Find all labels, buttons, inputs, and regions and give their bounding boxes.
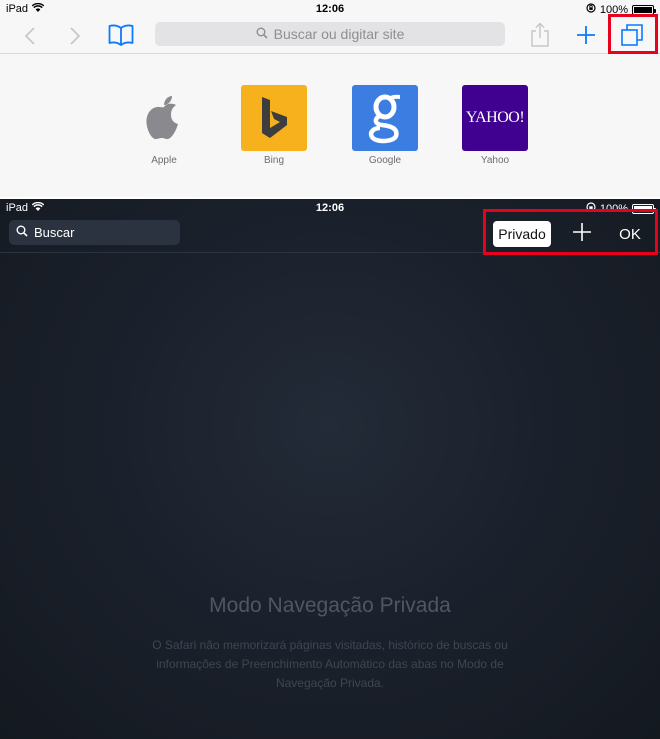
favorite-label: Yahoo: [480, 155, 510, 166]
google-logo-icon: [352, 85, 418, 151]
bing-logo-icon: [241, 85, 307, 151]
tabs-button-highlight: [608, 14, 658, 54]
address-bar[interactable]: Buscar ou digitar site: [155, 22, 505, 46]
favorite-yahoo[interactable]: YAHOO! Yahoo: [455, 85, 535, 166]
safari-private-tabs-view: iPad 12:06 100% Buscar Privado OK Modo N…: [0, 199, 660, 739]
back-chevron-icon[interactable]: [20, 24, 40, 48]
private-mode-description: O Safari não memorizará páginas visitada…: [152, 638, 508, 690]
safari-toolbar: Buscar ou digitar site: [0, 14, 660, 54]
apple-logo-icon: [131, 85, 197, 151]
favorite-label: Apple: [151, 155, 177, 166]
favorite-bing[interactable]: Bing: [234, 85, 314, 166]
favorite-apple[interactable]: Apple: [124, 85, 204, 166]
status-bar: iPad 12:06 100%: [0, 0, 660, 18]
battery-icon: [632, 4, 656, 15]
favorite-label: Bing: [263, 155, 284, 166]
search-icon: [16, 225, 28, 240]
search-icon: [256, 26, 268, 42]
tabs-search-field[interactable]: Buscar: [9, 220, 180, 245]
yahoo-logo-icon: YAHOO!: [462, 85, 528, 151]
favorite-google[interactable]: Google: [345, 85, 425, 166]
forward-chevron-icon[interactable]: [65, 24, 85, 48]
private-tabs-toolbar: Buscar Privado OK: [0, 209, 660, 255]
rotation-lock-icon: [586, 3, 596, 16]
safari-normal-view: iPad 12:06 100% Buscar ou digitar site A…: [0, 0, 660, 197]
new-tab-plus-icon[interactable]: [573, 22, 599, 48]
share-icon[interactable]: [527, 20, 553, 50]
bookmarks-book-icon[interactable]: [106, 22, 136, 48]
favorite-label: Google: [368, 155, 402, 166]
status-time: 12:06: [315, 3, 345, 15]
tabs-search-placeholder: Buscar: [34, 225, 75, 240]
address-placeholder: Buscar ou digitar site: [273, 26, 405, 42]
private-mode-title: Modo Navegação Privada: [209, 594, 451, 617]
toolbar-buttons-highlight: [483, 209, 658, 255]
